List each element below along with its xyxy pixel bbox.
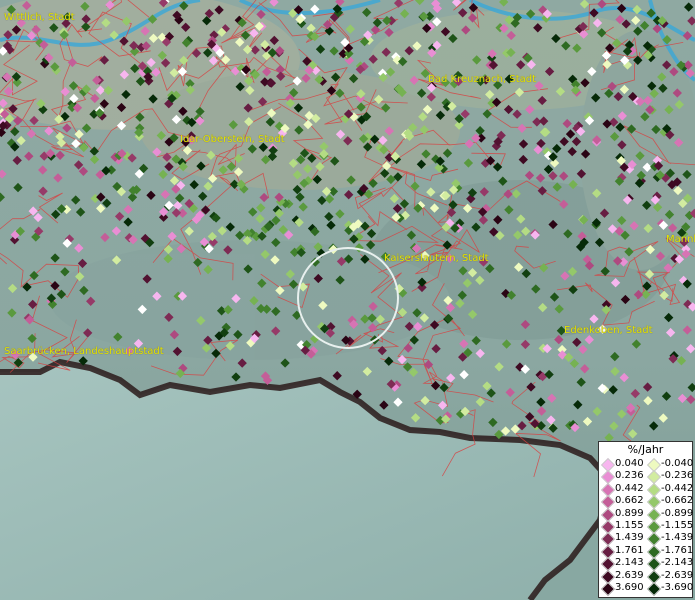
city-label-bad-kreuznach: Bad Kreuznach, Stadt xyxy=(428,74,537,85)
city-label-idar-oberstein: Idar-Oberstein, Stadt xyxy=(180,134,285,145)
legend-value: 1.761 xyxy=(615,544,644,556)
legend-value: 0.662 xyxy=(615,495,644,507)
city-label-wittlich: Wittlich, Stadt xyxy=(4,12,75,23)
legend-swatch xyxy=(646,581,662,597)
legend-value: -3.690 xyxy=(661,582,694,593)
city-label-kaiserslautern: Kaiserslautern, Stadt xyxy=(384,253,489,264)
legend: %/Jahr 0.040 0.236 0.442 0.662 0.899 1.155 1.4… xyxy=(598,441,693,598)
legend-value: 2.143 xyxy=(615,557,644,569)
legend-value: -2.639 xyxy=(661,569,694,581)
legend-value: -0.442 xyxy=(661,482,694,494)
legend-value: -2.143 xyxy=(661,557,694,569)
legend-value: -0.040 xyxy=(661,458,694,469)
city-label-edenkoben: Edenkoben, Stadt xyxy=(564,325,653,336)
legend-value: 1.155 xyxy=(615,520,644,531)
legend-value: 2.639 xyxy=(615,569,644,581)
legend-value: -1.439 xyxy=(661,532,694,544)
legend-value: 0.040 xyxy=(615,458,644,469)
legend-title: %/Jahr xyxy=(627,443,664,456)
city-label-saarbruecken: Saarbrücken, Landeshauptstadt xyxy=(4,346,164,357)
legend-value: 0.236 xyxy=(615,470,644,482)
legend-value: 1.439 xyxy=(615,532,644,544)
legend-value: 0.899 xyxy=(615,507,644,519)
legend-value: 3.690 xyxy=(615,582,644,593)
map-canvas[interactable] xyxy=(0,0,695,600)
legend-value: -1.155 xyxy=(661,520,694,531)
legend-swatch xyxy=(600,581,616,597)
legend-value: 0.442 xyxy=(615,482,644,494)
legend-value: -1.761 xyxy=(661,544,694,556)
city-label-mannheim: Mannh xyxy=(666,234,695,245)
legend-value: -0.662 xyxy=(661,495,694,507)
legend-value: -0.899 xyxy=(661,507,694,519)
legend-value: -0.236 xyxy=(661,470,694,482)
